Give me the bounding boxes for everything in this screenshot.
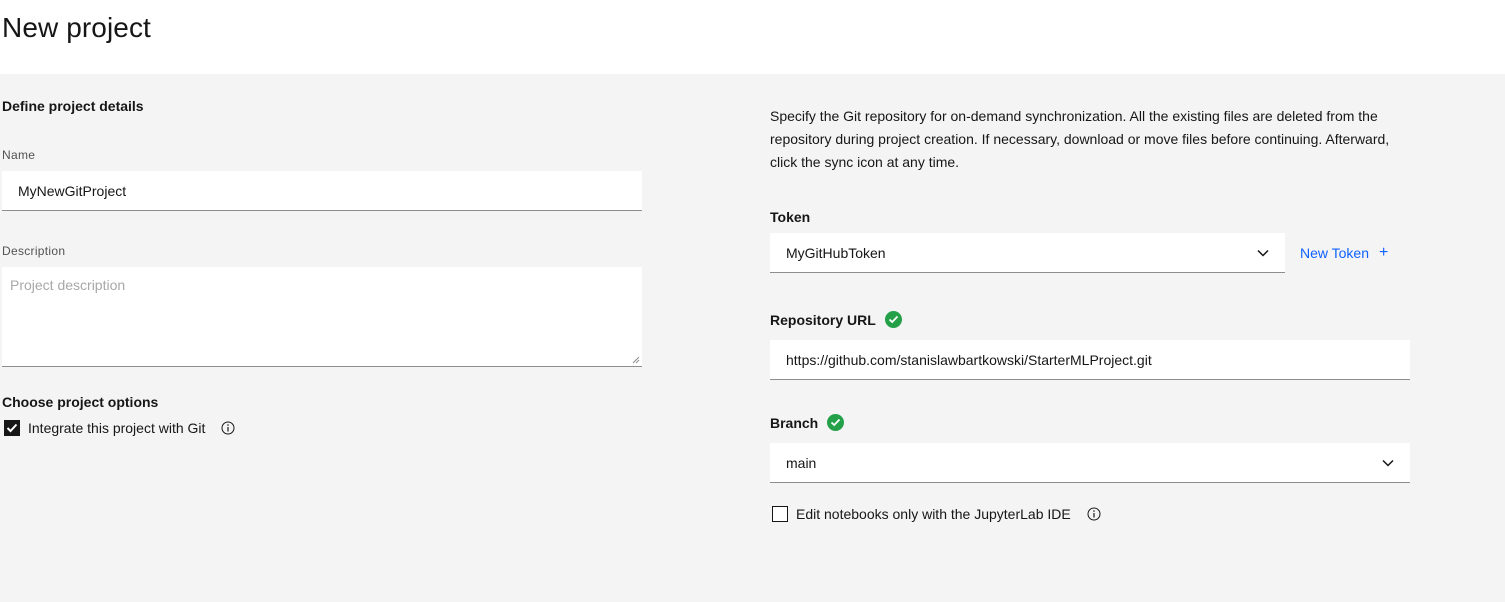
repository-url-label-row: Repository URL bbox=[770, 311, 902, 328]
resize-grip-icon[interactable] bbox=[632, 356, 640, 364]
git-integration-option[interactable]: Integrate this project with Git bbox=[4, 420, 235, 436]
description-textarea[interactable]: Project description bbox=[2, 267, 642, 367]
git-integration-checkbox[interactable] bbox=[4, 420, 20, 436]
repository-url-input[interactable]: https://github.com/stanislawbartkowski/S… bbox=[770, 340, 1410, 380]
jupyter-label: Edit notebooks only with the JupyterLab … bbox=[796, 506, 1071, 522]
repository-url-label: Repository URL bbox=[770, 311, 876, 328]
valid-checkmark-icon bbox=[827, 414, 845, 431]
token-label: Token bbox=[770, 209, 811, 225]
project-details-heading: Define project details bbox=[2, 98, 144, 114]
new-token-link[interactable]: New Token + bbox=[1300, 244, 1389, 262]
jupyter-option[interactable]: Edit notebooks only with the JupyterLab … bbox=[772, 506, 1101, 522]
name-input[interactable]: MyNewGitProject bbox=[2, 171, 642, 211]
repository-url-value: https://github.com/stanislawbartkowski/S… bbox=[786, 351, 1152, 368]
branch-select-value: main bbox=[786, 454, 817, 471]
checkmark-icon bbox=[6, 423, 18, 433]
name-input-value: MyNewGitProject bbox=[18, 182, 127, 199]
branch-label: Branch bbox=[770, 414, 819, 431]
description-label: Description bbox=[2, 244, 66, 258]
description-placeholder: Project description bbox=[10, 277, 126, 293]
page-header: New project bbox=[0, 0, 1505, 74]
git-description-text: Specify the Git repository for on-demand… bbox=[770, 108, 1390, 170]
project-options-heading: Choose project options bbox=[2, 394, 159, 410]
git-integration-label: Integrate this project with Git bbox=[28, 420, 206, 436]
name-label: Name bbox=[2, 148, 36, 162]
info-icon[interactable] bbox=[1087, 507, 1101, 521]
token-select[interactable]: MyGitHubToken bbox=[770, 233, 1285, 273]
info-icon[interactable] bbox=[221, 421, 235, 435]
token-select-value: MyGitHubToken bbox=[786, 244, 886, 261]
valid-checkmark-icon bbox=[884, 311, 902, 328]
page-title: New project bbox=[2, 12, 151, 43]
branch-select[interactable]: main bbox=[770, 443, 1410, 483]
jupyter-checkbox[interactable] bbox=[772, 506, 788, 522]
branch-label-row: Branch bbox=[770, 414, 845, 431]
chevron-down-icon bbox=[1257, 249, 1269, 257]
add-icon: + bbox=[1379, 244, 1389, 261]
new-token-label: New Token bbox=[1300, 245, 1370, 261]
chevron-down-icon bbox=[1382, 459, 1394, 467]
